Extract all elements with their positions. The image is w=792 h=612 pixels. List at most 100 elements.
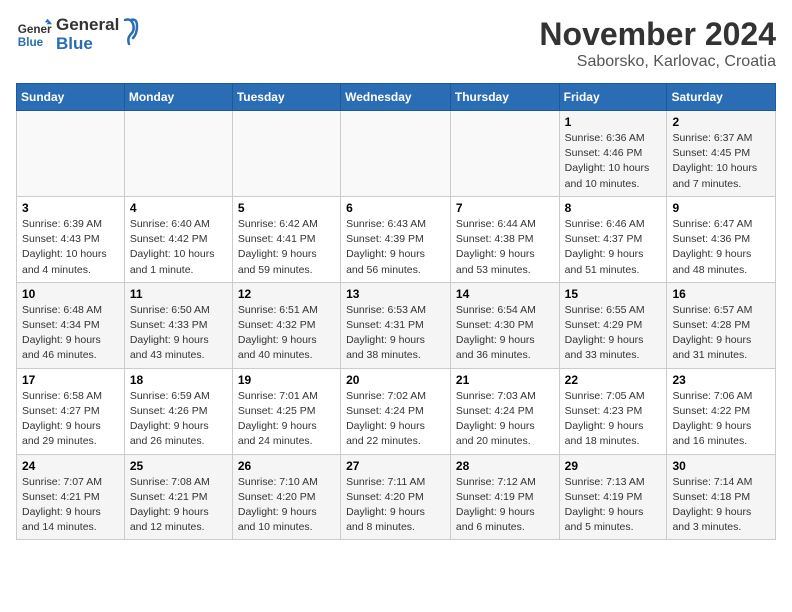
calendar-cell: 14 Sunrise: 6:54 AMSunset: 4:30 PMDayligh…	[450, 282, 559, 368]
weekday-header: Tuesday	[232, 84, 340, 111]
calendar-cell	[232, 111, 340, 197]
day-number: 16	[672, 287, 770, 301]
calendar-week-row: 17Sunrise: 6:58 AMSunset: 4:27 PMDayligh…	[17, 368, 776, 454]
calendar-cell: 24 Sunrise: 7:07 AMSunset: 4:21 PMDayligh…	[17, 454, 125, 540]
day-number: 9	[672, 201, 770, 215]
month-title: November 2024	[539, 16, 776, 53]
calendar-week-row: 10 Sunrise: 6:48 AMSunset: 4:34 PMDayligh…	[17, 282, 776, 368]
calendar-cell: 4Sunrise: 6:40 AMSunset: 4:42 PMDaylight…	[124, 196, 232, 282]
calendar-cell: 8 Sunrise: 6:46 AMSunset: 4:37 PMDaylight…	[559, 196, 667, 282]
day-number: 13	[346, 287, 445, 301]
weekday-header: Sunday	[17, 84, 125, 111]
day-number: 28	[456, 459, 554, 473]
page-header: General Blue General Blue November 2024 …	[16, 16, 776, 71]
calendar-cell: 21Sunrise: 7:03 AMSunset: 4:24 PMDayligh…	[450, 368, 559, 454]
day-number: 25	[130, 459, 227, 473]
calendar-cell: 3 Sunrise: 6:39 AMSunset: 4:43 PMDaylight…	[17, 196, 125, 282]
calendar-cell	[17, 111, 125, 197]
weekday-header: Friday	[559, 84, 667, 111]
calendar-cell: 1Sunrise: 6:36 AMSunset: 4:46 PMDaylight…	[559, 111, 667, 197]
calendar-cell: 7Sunrise: 6:44 AMSunset: 4:38 PMDaylight…	[450, 196, 559, 282]
day-number: 8	[565, 201, 662, 215]
day-number: 24	[22, 459, 119, 473]
calendar-cell: 11 Sunrise: 6:50 AMSunset: 4:33 PMDayligh…	[124, 282, 232, 368]
day-info: Sunrise: 7:11 AMSunset: 4:20 PMDaylight:…	[346, 475, 445, 536]
calendar-cell: 9 Sunrise: 6:47 AMSunset: 4:36 PMDaylight…	[667, 196, 776, 282]
day-info: Sunrise: 6:48 AMSunset: 4:34 PMDaylight:…	[22, 303, 119, 364]
day-number: 18	[130, 373, 227, 387]
day-number: 14	[456, 287, 554, 301]
day-number: 22	[565, 373, 662, 387]
weekday-header: Saturday	[667, 84, 776, 111]
svg-text:General: General	[18, 23, 52, 36]
day-info: Sunrise: 7:02 AMSunset: 4:24 PMDaylight:…	[346, 389, 445, 450]
day-info: Sunrise: 7:12 AMSunset: 4:19 PMDaylight:…	[456, 475, 554, 536]
day-number: 11	[130, 287, 227, 301]
calendar-cell: 28 Sunrise: 7:12 AMSunset: 4:19 PMDayligh…	[450, 454, 559, 540]
day-info: Sunrise: 6:57 AMSunset: 4:28 PMDaylight:…	[672, 303, 770, 364]
location-title: Saborsko, Karlovac, Croatia	[539, 53, 776, 71]
calendar-cell: 15Sunrise: 6:55 AMSunset: 4:29 PMDayligh…	[559, 282, 667, 368]
calendar-cell: 30Sunrise: 7:14 AMSunset: 4:18 PMDayligh…	[667, 454, 776, 540]
day-number: 3	[22, 201, 119, 215]
calendar-week-row: 24 Sunrise: 7:07 AMSunset: 4:21 PMDayligh…	[17, 454, 776, 540]
svg-text:Blue: Blue	[18, 35, 44, 48]
calendar-week-row: 3 Sunrise: 6:39 AMSunset: 4:43 PMDaylight…	[17, 196, 776, 282]
day-info: Sunrise: 7:07 AMSunset: 4:21 PMDaylight:…	[22, 475, 119, 536]
logo: General Blue General Blue	[16, 16, 139, 53]
day-info: Sunrise: 6:42 AMSunset: 4:41 PMDaylight:…	[238, 217, 335, 278]
day-number: 6	[346, 201, 445, 215]
day-number: 29	[565, 459, 662, 473]
day-number: 5	[238, 201, 335, 215]
calendar-cell: 16 Sunrise: 6:57 AMSunset: 4:28 PMDayligh…	[667, 282, 776, 368]
logo-icon: General Blue	[16, 17, 52, 53]
day-info: Sunrise: 7:01 AMSunset: 4:25 PMDaylight:…	[238, 389, 335, 450]
day-info: Sunrise: 7:06 AMSunset: 4:22 PMDaylight:…	[672, 389, 770, 450]
weekday-header: Wednesday	[341, 84, 451, 111]
day-info: Sunrise: 6:43 AMSunset: 4:39 PMDaylight:…	[346, 217, 445, 278]
day-number: 26	[238, 459, 335, 473]
day-info: Sunrise: 7:13 AMSunset: 4:19 PMDaylight:…	[565, 475, 662, 536]
weekday-header: Monday	[124, 84, 232, 111]
logo-text-blue: Blue	[56, 35, 119, 54]
calendar-cell: 6 Sunrise: 6:43 AMSunset: 4:39 PMDaylight…	[341, 196, 451, 282]
day-number: 4	[130, 201, 227, 215]
calendar-cell: 18 Sunrise: 6:59 AMSunset: 4:26 PMDayligh…	[124, 368, 232, 454]
calendar-cell: 2Sunrise: 6:37 AMSunset: 4:45 PMDaylight…	[667, 111, 776, 197]
day-info: Sunrise: 7:05 AMSunset: 4:23 PMDaylight:…	[565, 389, 662, 450]
calendar-header-row: SundayMondayTuesdayWednesdayThursdayFrid…	[17, 84, 776, 111]
day-info: Sunrise: 6:54 AMSunset: 4:30 PMDaylight:…	[456, 303, 554, 364]
calendar-cell: 17Sunrise: 6:58 AMSunset: 4:27 PMDayligh…	[17, 368, 125, 454]
calendar-cell: 12 Sunrise: 6:51 AMSunset: 4:32 PMDayligh…	[232, 282, 340, 368]
day-info: Sunrise: 7:08 AMSunset: 4:21 PMDaylight:…	[130, 475, 227, 536]
day-info: Sunrise: 7:14 AMSunset: 4:18 PMDaylight:…	[672, 475, 770, 536]
calendar-cell: 25 Sunrise: 7:08 AMSunset: 4:21 PMDayligh…	[124, 454, 232, 540]
calendar-cell: 19Sunrise: 7:01 AMSunset: 4:25 PMDayligh…	[232, 368, 340, 454]
calendar-week-row: 1Sunrise: 6:36 AMSunset: 4:46 PMDaylight…	[17, 111, 776, 197]
day-number: 7	[456, 201, 554, 215]
day-info: Sunrise: 6:59 AMSunset: 4:26 PMDaylight:…	[130, 389, 227, 450]
day-info: Sunrise: 7:10 AMSunset: 4:20 PMDaylight:…	[238, 475, 335, 536]
day-info: Sunrise: 6:51 AMSunset: 4:32 PMDaylight:…	[238, 303, 335, 364]
title-area: November 2024 Saborsko, Karlovac, Croati…	[539, 16, 776, 71]
calendar-cell	[124, 111, 232, 197]
day-info: Sunrise: 6:46 AMSunset: 4:37 PMDaylight:…	[565, 217, 662, 278]
calendar-cell: 22 Sunrise: 7:05 AMSunset: 4:23 PMDayligh…	[559, 368, 667, 454]
logo-wave-icon	[117, 18, 139, 46]
calendar-cell: 29 Sunrise: 7:13 AMSunset: 4:19 PMDayligh…	[559, 454, 667, 540]
day-number: 27	[346, 459, 445, 473]
calendar-cell: 26 Sunrise: 7:10 AMSunset: 4:20 PMDayligh…	[232, 454, 340, 540]
day-info: Sunrise: 6:53 AMSunset: 4:31 PMDaylight:…	[346, 303, 445, 364]
calendar-cell: 13 Sunrise: 6:53 AMSunset: 4:31 PMDayligh…	[341, 282, 451, 368]
day-number: 20	[346, 373, 445, 387]
weekday-header: Thursday	[450, 84, 559, 111]
day-number: 12	[238, 287, 335, 301]
day-info: Sunrise: 6:36 AMSunset: 4:46 PMDaylight:…	[565, 131, 662, 192]
day-info: Sunrise: 6:50 AMSunset: 4:33 PMDaylight:…	[130, 303, 227, 364]
day-number: 17	[22, 373, 119, 387]
day-number: 23	[672, 373, 770, 387]
day-info: Sunrise: 6:47 AMSunset: 4:36 PMDaylight:…	[672, 217, 770, 278]
day-number: 10	[22, 287, 119, 301]
calendar-cell: 5 Sunrise: 6:42 AMSunset: 4:41 PMDaylight…	[232, 196, 340, 282]
day-info: Sunrise: 6:39 AMSunset: 4:43 PMDaylight:…	[22, 217, 119, 278]
